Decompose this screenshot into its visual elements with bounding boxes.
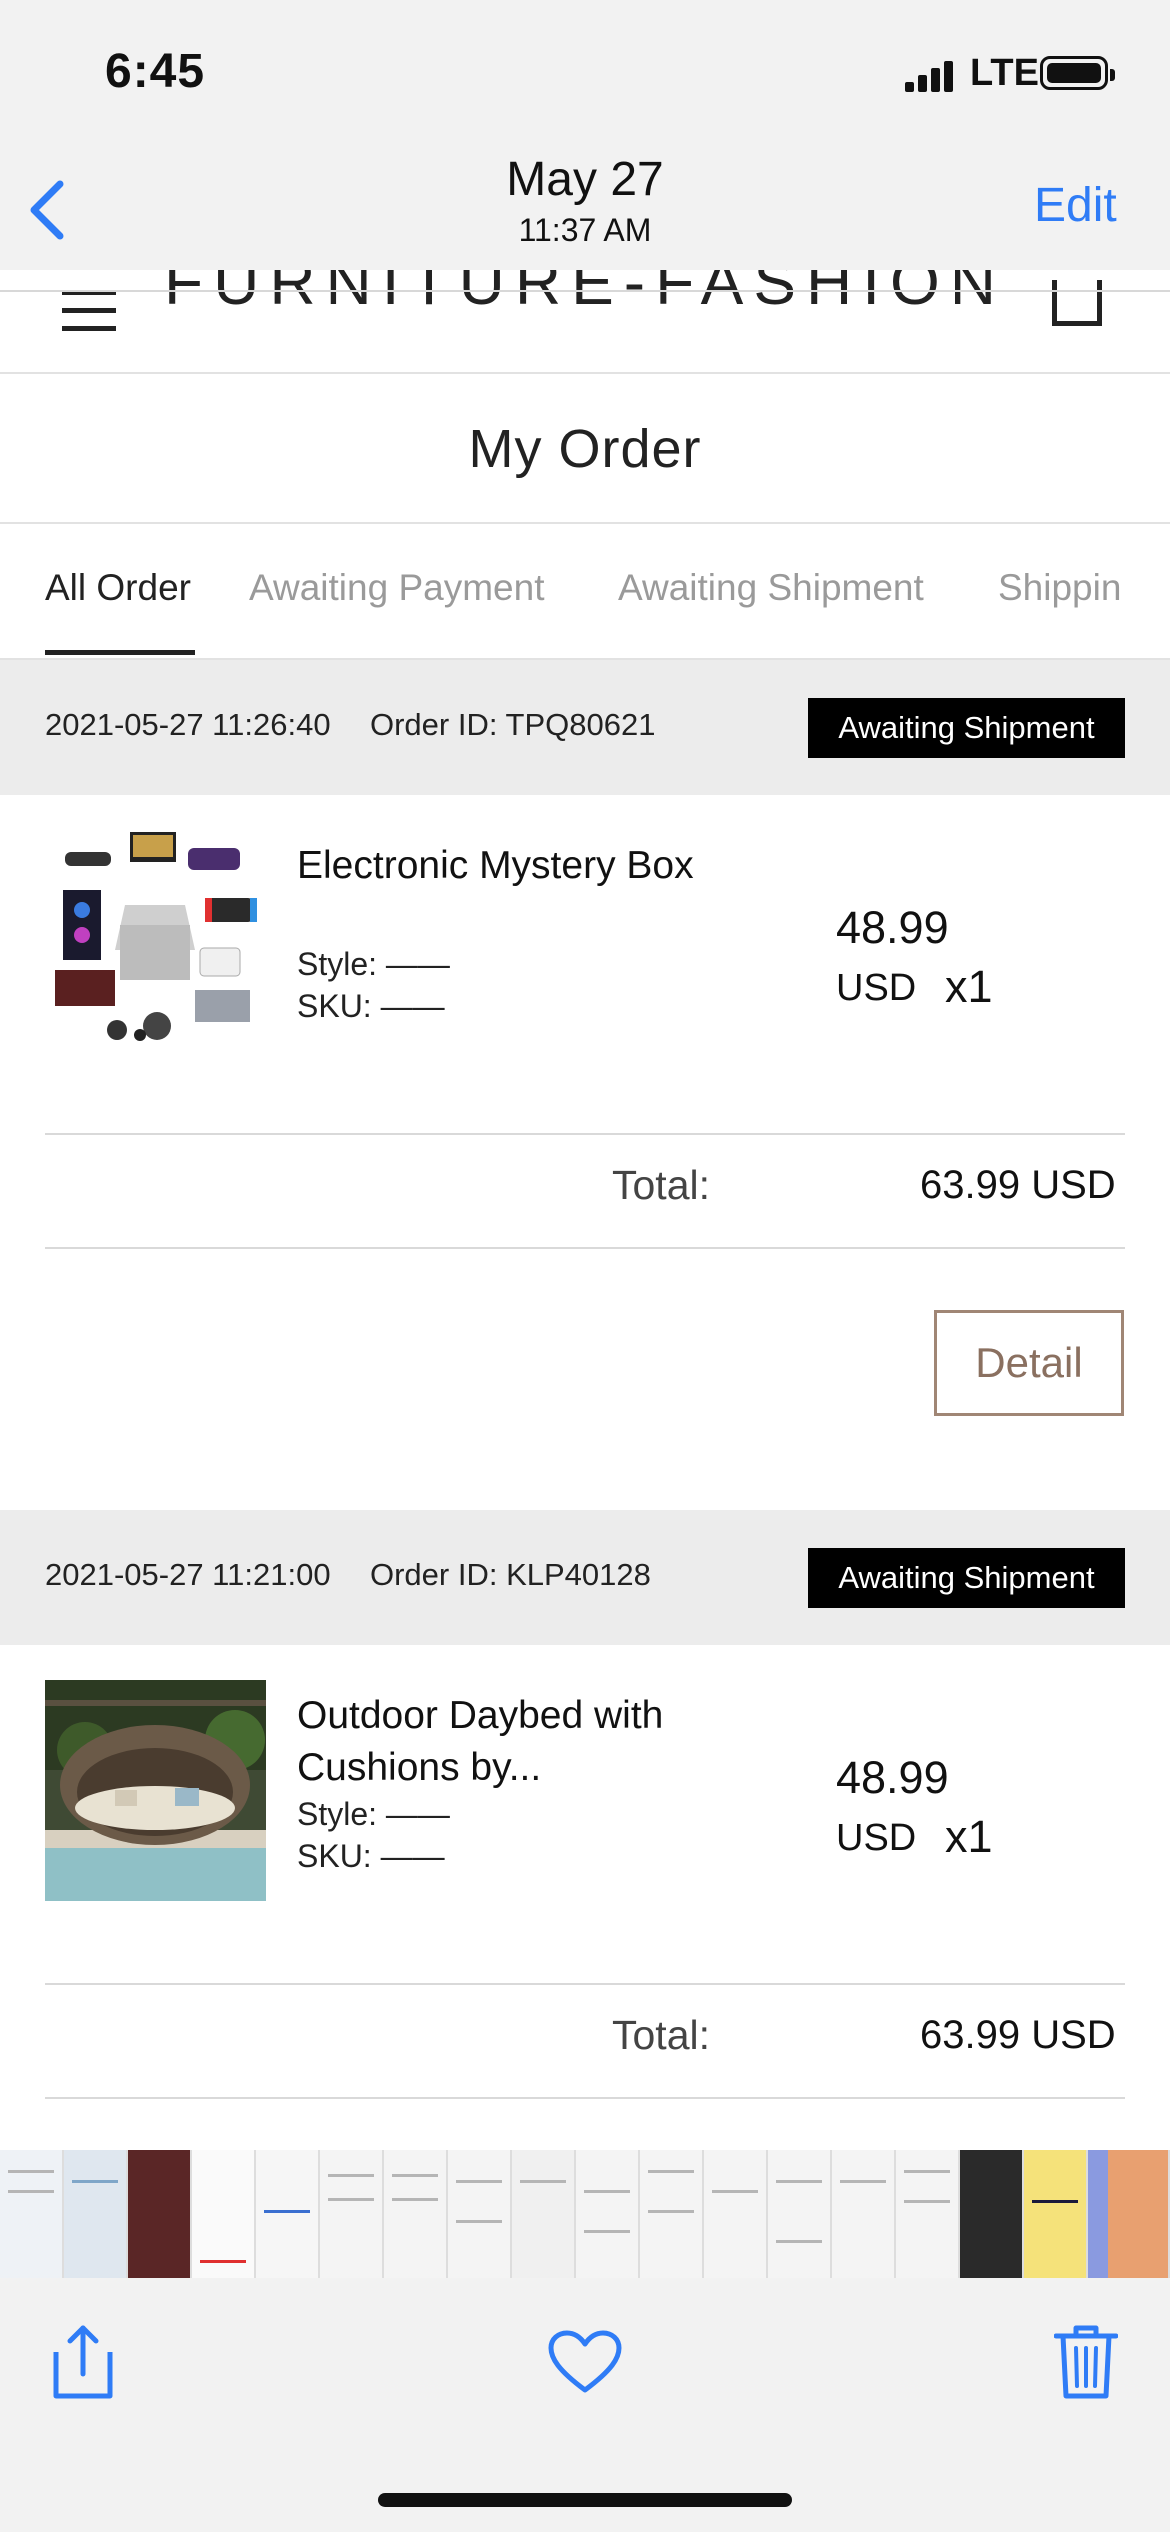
photo-thumbnail[interactable] <box>64 2150 128 2278</box>
product-image[interactable] <box>45 830 266 1051</box>
product-image[interactable] <box>45 1680 266 1901</box>
tab-all-order[interactable]: All Order <box>45 567 191 609</box>
heart-icon[interactable] <box>548 2330 622 2401</box>
divider <box>0 522 1170 524</box>
photo-thumbnail[interactable] <box>128 2150 192 2278</box>
product-price: 48.99 <box>836 1752 949 1803</box>
tab-awaiting-shipment[interactable]: Awaiting Shipment <box>618 567 924 609</box>
photo-thumbnail[interactable] <box>960 2150 1024 2278</box>
total-value: 63.99 USD <box>920 1163 1116 1207</box>
edit-button[interactable]: Edit <box>1034 178 1117 233</box>
menu-icon[interactable] <box>62 290 116 332</box>
home-indicator[interactable] <box>378 2493 792 2507</box>
photo-thumbnail[interactable] <box>768 2150 832 2278</box>
photo-thumbnail[interactable] <box>256 2150 320 2278</box>
order-datetime: 2021-05-27 11:21:00 <box>45 1557 331 1592</box>
trash-icon[interactable] <box>1053 2322 1119 2407</box>
photo-thumbnail[interactable] <box>832 2150 896 2278</box>
tab-awaiting-payment[interactable]: Awaiting Payment <box>249 567 544 609</box>
active-tab-indicator <box>45 650 195 655</box>
site-brand[interactable]: FURNITURE-FASHION <box>0 270 1170 319</box>
status-badge: Awaiting Shipment <box>808 1548 1125 1608</box>
product-style: Style: —— <box>297 946 450 982</box>
photo-thumbnail[interactable] <box>896 2150 960 2278</box>
total-label: Total: <box>612 1162 710 1208</box>
photo-thumbnail[interactable] <box>192 2150 256 2278</box>
battery-icon <box>1040 56 1115 90</box>
product-style: Style: —— <box>297 1796 450 1832</box>
photo-thumbnail[interactable] <box>576 2150 640 2278</box>
order-id: Order ID: KLP40128 <box>370 1557 651 1592</box>
divider <box>45 1247 1125 1249</box>
photo-thumbnail[interactable] <box>320 2150 384 2278</box>
product-quantity: x1 <box>945 1811 993 1862</box>
photo-thumbnail-strip[interactable] <box>0 2150 1170 2278</box>
cart-icon[interactable] <box>1052 280 1102 326</box>
total-value: 63.99 USD <box>920 2013 1116 2057</box>
divider <box>0 372 1170 374</box>
photo-time: 11:37 AM <box>518 212 652 248</box>
total-label: Total: <box>612 2012 710 2058</box>
photo-thumbnail[interactable] <box>640 2150 704 2278</box>
share-icon[interactable] <box>48 2322 118 2407</box>
status-time: 6:45 <box>105 45 206 98</box>
tab-shipping[interactable]: Shippin <box>998 567 1121 609</box>
web-page: FURNITURE-FASHION My Order All Order Awa… <box>0 270 1170 2150</box>
network-type: LTE <box>970 52 1039 94</box>
product-quantity: x1 <box>945 961 993 1012</box>
photo-thumbnail[interactable] <box>384 2150 448 2278</box>
product-sku: SKU: —— <box>297 1838 445 1874</box>
product-price: 48.99 <box>836 902 949 953</box>
product-sku: SKU: —— <box>297 988 445 1024</box>
cellular-signal-icon <box>905 60 955 92</box>
product-name[interactable]: Electronic Mystery Box <box>297 840 717 892</box>
divider <box>45 1983 1125 1985</box>
divider <box>45 1133 1125 1135</box>
photo-thumbnail[interactable] <box>1024 2150 1088 2278</box>
photo-date: May 27 <box>506 153 664 206</box>
order-id: Order ID: TPQ80621 <box>370 707 656 742</box>
divider <box>0 290 1170 292</box>
photo-thumbnail[interactable] <box>0 2150 64 2278</box>
photo-thumbnail[interactable] <box>1108 2150 1170 2278</box>
photo-thumbnail[interactable] <box>704 2150 768 2278</box>
product-currency: USD <box>836 967 917 1009</box>
photo-thumbnail[interactable] <box>448 2150 512 2278</box>
divider <box>45 2097 1125 2099</box>
product-name[interactable]: Outdoor Daybed with Cushions by... <box>297 1690 717 1794</box>
page-title: My Order <box>468 419 702 479</box>
order-datetime: 2021-05-27 11:26:40 <box>45 707 331 742</box>
detail-button[interactable]: Detail <box>934 1310 1124 1416</box>
product-currency: USD <box>836 1817 917 1859</box>
status-badge: Awaiting Shipment <box>808 698 1125 758</box>
photo-thumbnail[interactable] <box>512 2150 576 2278</box>
